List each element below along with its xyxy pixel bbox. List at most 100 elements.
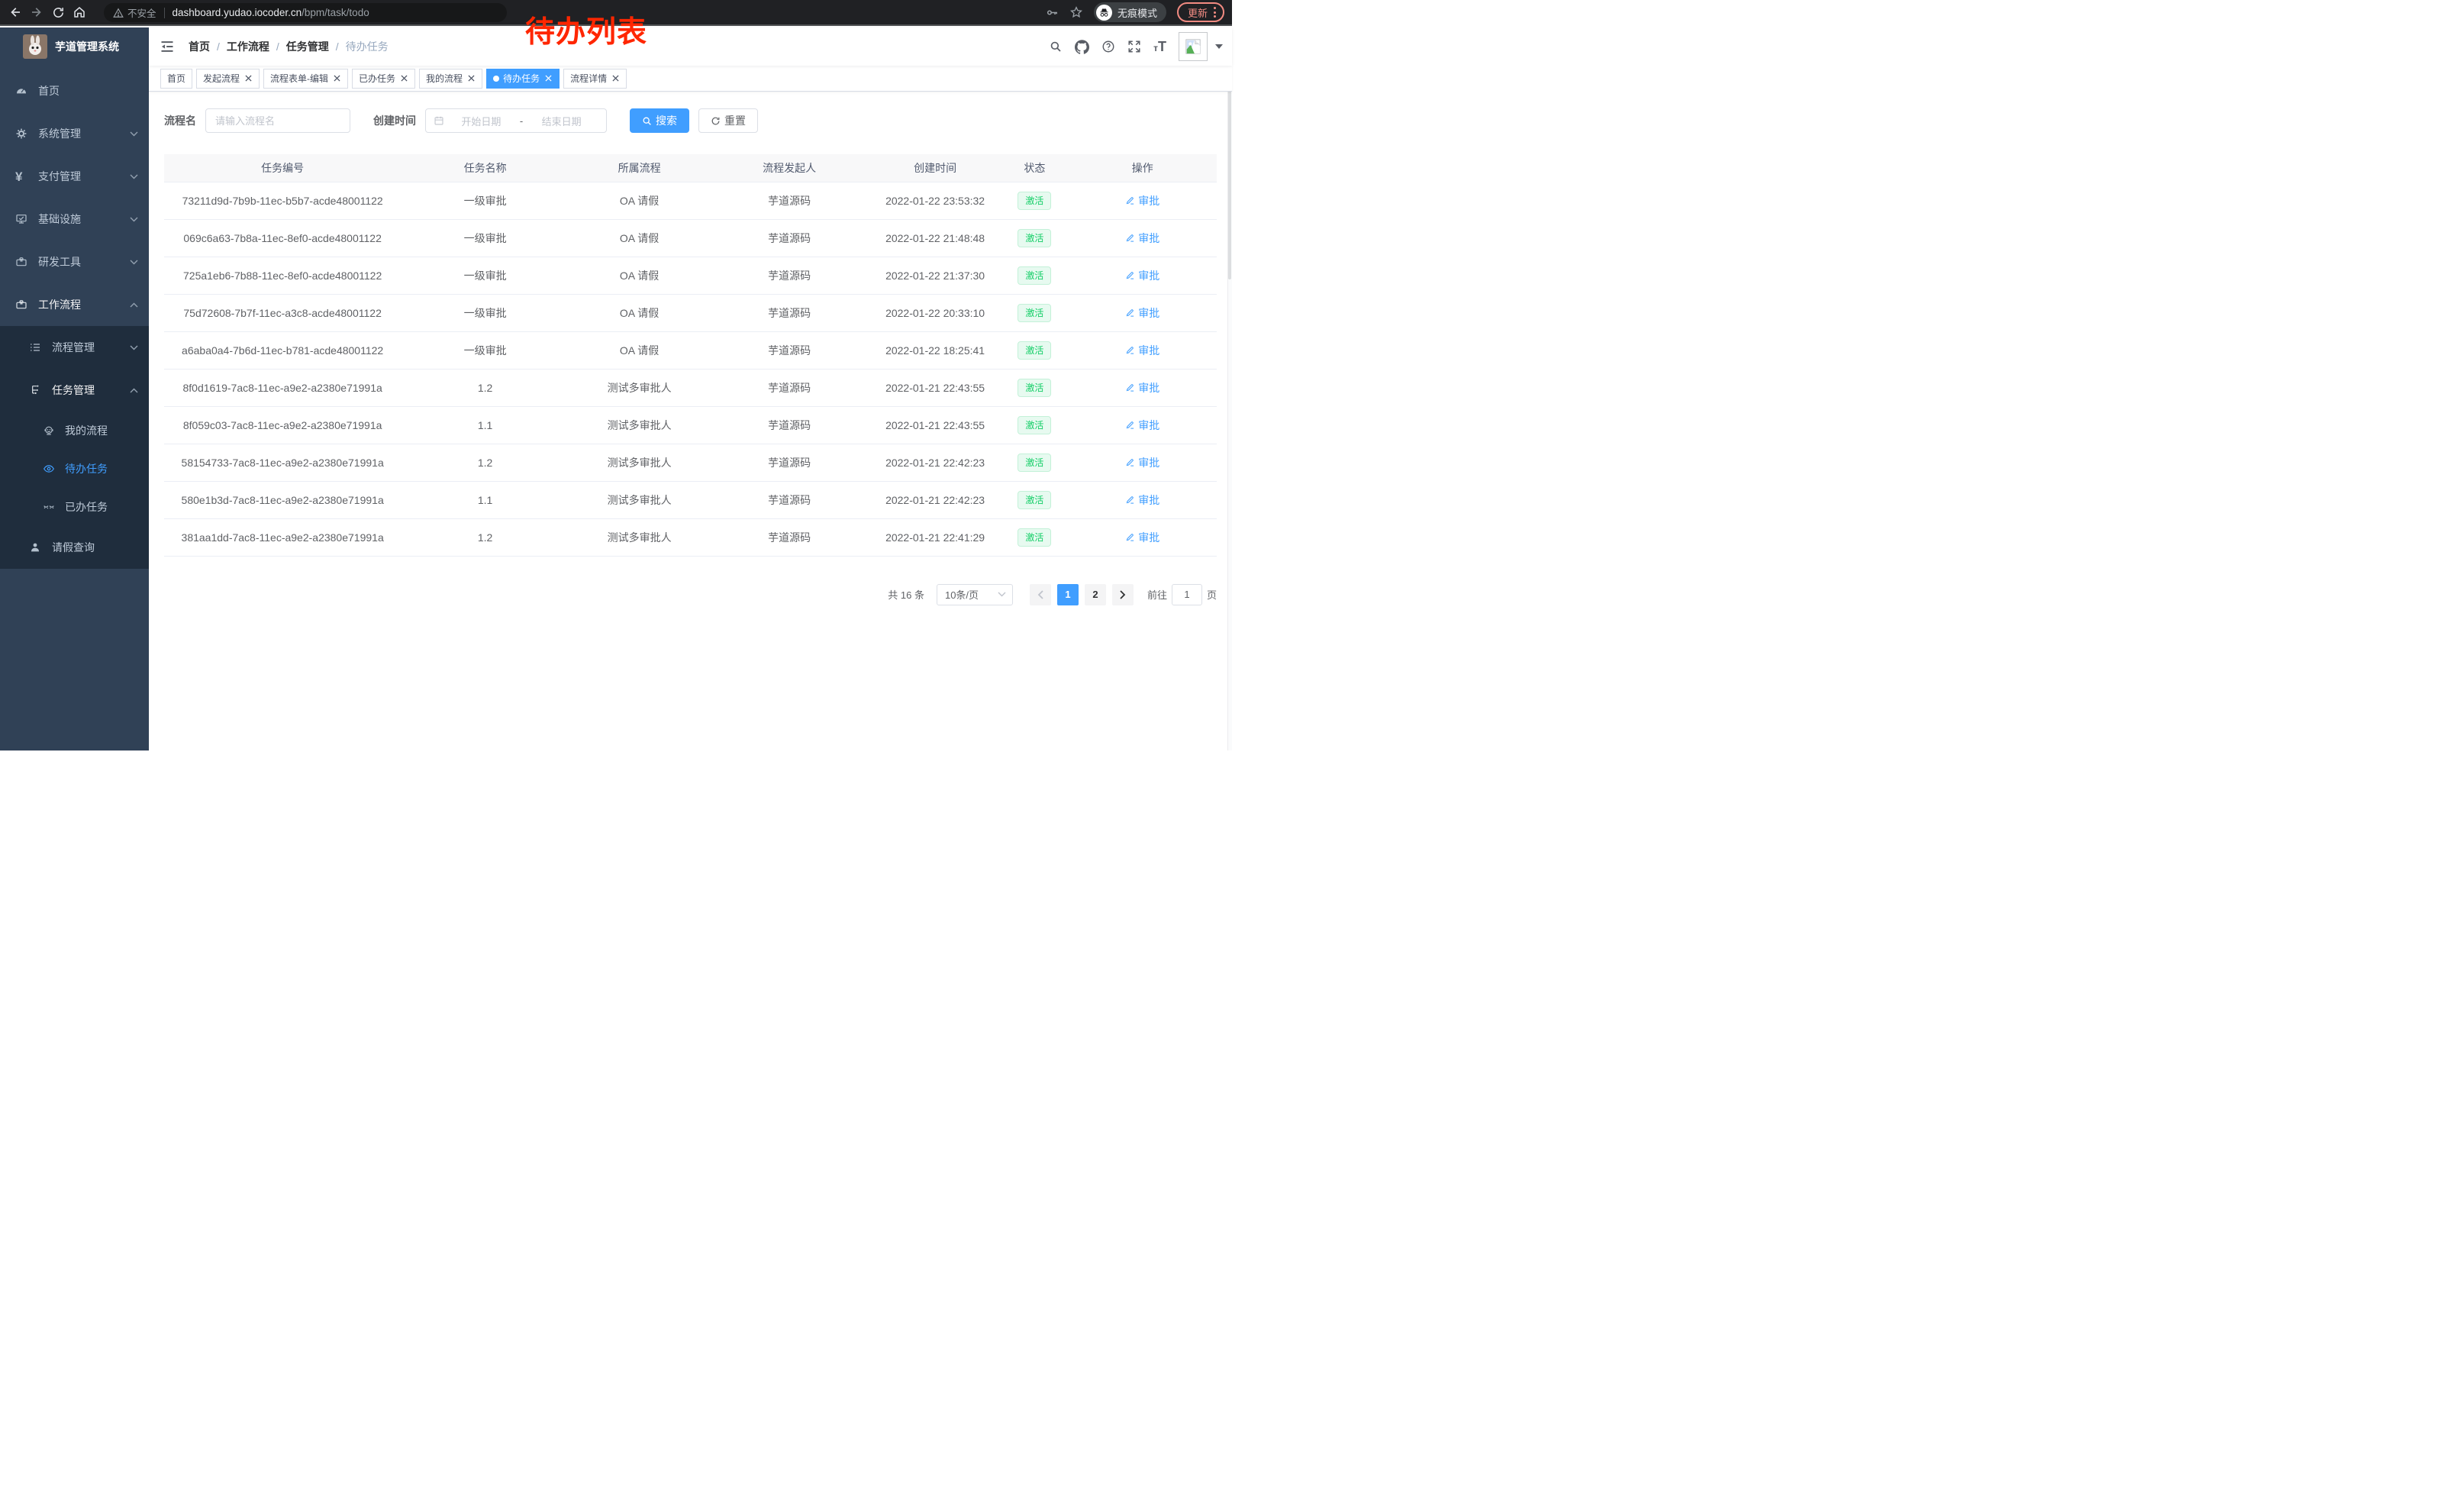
dashboard-icon <box>15 85 27 97</box>
search-button[interactable]: 搜索 <box>630 108 689 133</box>
close-icon[interactable] <box>333 74 341 82</box>
browser-update-button[interactable]: 更新 <box>1177 2 1224 22</box>
cell-task-id: a6aba0a4-7b6d-11ec-b781-acde48001122 <box>164 331 401 369</box>
sidebar-item-home[interactable]: 首页 <box>0 69 149 112</box>
close-icon[interactable] <box>544 74 553 82</box>
tab-done-tasks[interactable]: 已办任务 <box>352 69 415 89</box>
app-logo[interactable]: 芋道管理系统 <box>0 27 149 66</box>
sidebar-item-leave-query[interactable]: 请假查询 <box>0 526 149 569</box>
list-icon <box>29 341 41 353</box>
process-name-field[interactable] <box>205 108 350 133</box>
tab-process-detail[interactable]: 流程详情 <box>563 69 627 89</box>
browser-forward-button[interactable] <box>26 2 47 23</box>
table-row: 73211d9d-7b9b-11ec-b5b7-acde48001122 一级审… <box>164 182 1217 219</box>
approve-button[interactable]: 审批 <box>1125 268 1159 283</box>
url-bar[interactable]: 不安全 dashboard.yudao.iocoder.cn/bpm/task/… <box>104 3 507 22</box>
chevron-up-icon <box>130 388 138 393</box>
process-name-input[interactable] <box>215 115 340 127</box>
close-icon[interactable] <box>400 74 408 82</box>
approve-button[interactable]: 审批 <box>1125 305 1159 321</box>
cell-starter: 芋道源码 <box>709 294 869 331</box>
prev-page-button[interactable] <box>1030 584 1051 605</box>
tab-start-process[interactable]: 发起流程 <box>196 69 260 89</box>
start-date-placeholder: 开始日期 <box>444 114 518 128</box>
edit-pencil-icon <box>1125 308 1135 318</box>
close-icon[interactable] <box>467 74 476 82</box>
cell-starter: 芋道源码 <box>709 257 869 294</box>
col-actions: 操作 <box>1069 154 1217 182</box>
close-icon[interactable] <box>611 74 620 82</box>
sidebar-item-process-mgmt[interactable]: 流程管理 <box>0 326 149 369</box>
cell-task-name: 1.2 <box>401 369 569 406</box>
approve-button[interactable]: 审批 <box>1125 530 1159 545</box>
approve-button[interactable]: 审批 <box>1125 492 1159 508</box>
sidebar-item-my-process[interactable]: 我的流程 <box>0 412 149 450</box>
breadcrumb-task-mgmt[interactable]: 任务管理 <box>286 39 329 54</box>
sidebar-item-infra[interactable]: 基础设施 <box>0 198 149 240</box>
sidebar-item-devtools[interactable]: 研发工具 <box>0 240 149 283</box>
todo-task-table: 任务编号 任务名称 所属流程 流程发起人 创建时间 状态 操作 73211d9d… <box>164 154 1217 557</box>
sidebar-item-todo-tasks[interactable]: 待办任务 <box>0 450 149 488</box>
password-key-icon[interactable] <box>1046 6 1059 19</box>
breadcrumb-home[interactable]: 首页 <box>189 39 210 54</box>
search-icon[interactable] <box>1049 40 1063 53</box>
approve-button[interactable]: 审批 <box>1125 343 1159 358</box>
tab-my-process[interactable]: 我的流程 <box>419 69 482 89</box>
table-row: 725a1eb6-7b88-11ec-8ef0-acde48001122 一级审… <box>164 257 1217 294</box>
incognito-badge: 无痕模式 <box>1094 2 1166 22</box>
cell-task-id: 58154733-7ac8-11ec-a9e2-a2380e71991a <box>164 444 401 481</box>
approve-button[interactable]: 审批 <box>1125 418 1159 433</box>
reset-button[interactable]: 重置 <box>698 108 758 133</box>
sidebar-item-task-mgmt[interactable]: 任务管理 <box>0 369 149 412</box>
divider <box>164 8 165 18</box>
process-name-label: 流程名 <box>164 113 196 128</box>
browser-reload-button[interactable] <box>47 2 69 23</box>
chevron-down-icon <box>130 260 138 265</box>
security-indicator[interactable]: 不安全 <box>113 5 156 20</box>
collapse-sidebar-button[interactable] <box>149 39 182 54</box>
next-page-button[interactable] <box>1112 584 1134 605</box>
edit-pencil-icon <box>1125 532 1135 542</box>
github-icon[interactable] <box>1075 40 1089 54</box>
table-row: 069c6a63-7b8a-11ec-8ef0-acde48001122 一级审… <box>164 219 1217 257</box>
browser-home-button[interactable] <box>69 2 90 23</box>
browser-menu-icon[interactable] <box>1214 7 1216 18</box>
forward-arrow-icon <box>30 5 44 19</box>
approve-button[interactable]: 审批 <box>1125 231 1159 246</box>
font-size-icon[interactable]: тT <box>1153 40 1166 53</box>
status-badge: 激活 <box>1018 266 1051 285</box>
search-icon <box>642 116 652 126</box>
cell-task-id: 069c6a63-7b8a-11ec-8ef0-acde48001122 <box>164 219 401 257</box>
table-row: 8f0d1619-7ac8-11ec-a9e2-a2380e71991a 1.2… <box>164 369 1217 406</box>
sidebar-item-done-tasks[interactable]: 已办任务 <box>0 488 149 526</box>
bookmark-star-icon[interactable] <box>1069 5 1083 19</box>
cell-create-time: 2022-01-21 22:42:23 <box>869 444 1001 481</box>
eye-open-icon <box>43 463 55 475</box>
breadcrumb-workflow[interactable]: 工作流程 <box>227 39 269 54</box>
cell-task-name: 1.2 <box>401 518 569 556</box>
close-icon[interactable] <box>244 74 253 82</box>
sidebar-item-system[interactable]: 系统管理 <box>0 112 149 155</box>
tab-form-edit[interactable]: 流程表单-编辑 <box>263 69 348 89</box>
approve-button[interactable]: 审批 <box>1125 455 1159 470</box>
approve-button[interactable]: 审批 <box>1125 380 1159 395</box>
fullscreen-icon[interactable] <box>1127 40 1141 53</box>
cell-create-time: 2022-01-22 21:37:30 <box>869 257 1001 294</box>
sidebar-item-payment[interactable]: ¥ 支付管理 <box>0 155 149 198</box>
avatar-dropdown-caret[interactable] <box>1215 44 1223 49</box>
date-range-picker[interactable]: 开始日期 - 结束日期 <box>425 108 607 133</box>
page-scrollbar[interactable] <box>1227 27 1232 750</box>
page-size-select[interactable]: 10条/页 <box>937 584 1013 605</box>
page-2-button[interactable]: 2 <box>1085 584 1106 605</box>
tab-home[interactable]: 首页 <box>160 69 192 89</box>
browser-back-button[interactable] <box>5 2 26 23</box>
sidebar-item-workflow[interactable]: 工作流程 <box>0 283 149 326</box>
avatar[interactable] <box>1179 32 1208 61</box>
security-label: 不安全 <box>127 5 156 20</box>
goto-page-input[interactable] <box>1172 584 1202 605</box>
page-1-button[interactable]: 1 <box>1057 584 1079 605</box>
tab-todo-tasks[interactable]: 待办任务 <box>486 69 560 89</box>
approve-button[interactable]: 审批 <box>1125 193 1159 208</box>
breadcrumb-current: 待办任务 <box>346 39 389 54</box>
help-icon[interactable] <box>1101 40 1115 53</box>
